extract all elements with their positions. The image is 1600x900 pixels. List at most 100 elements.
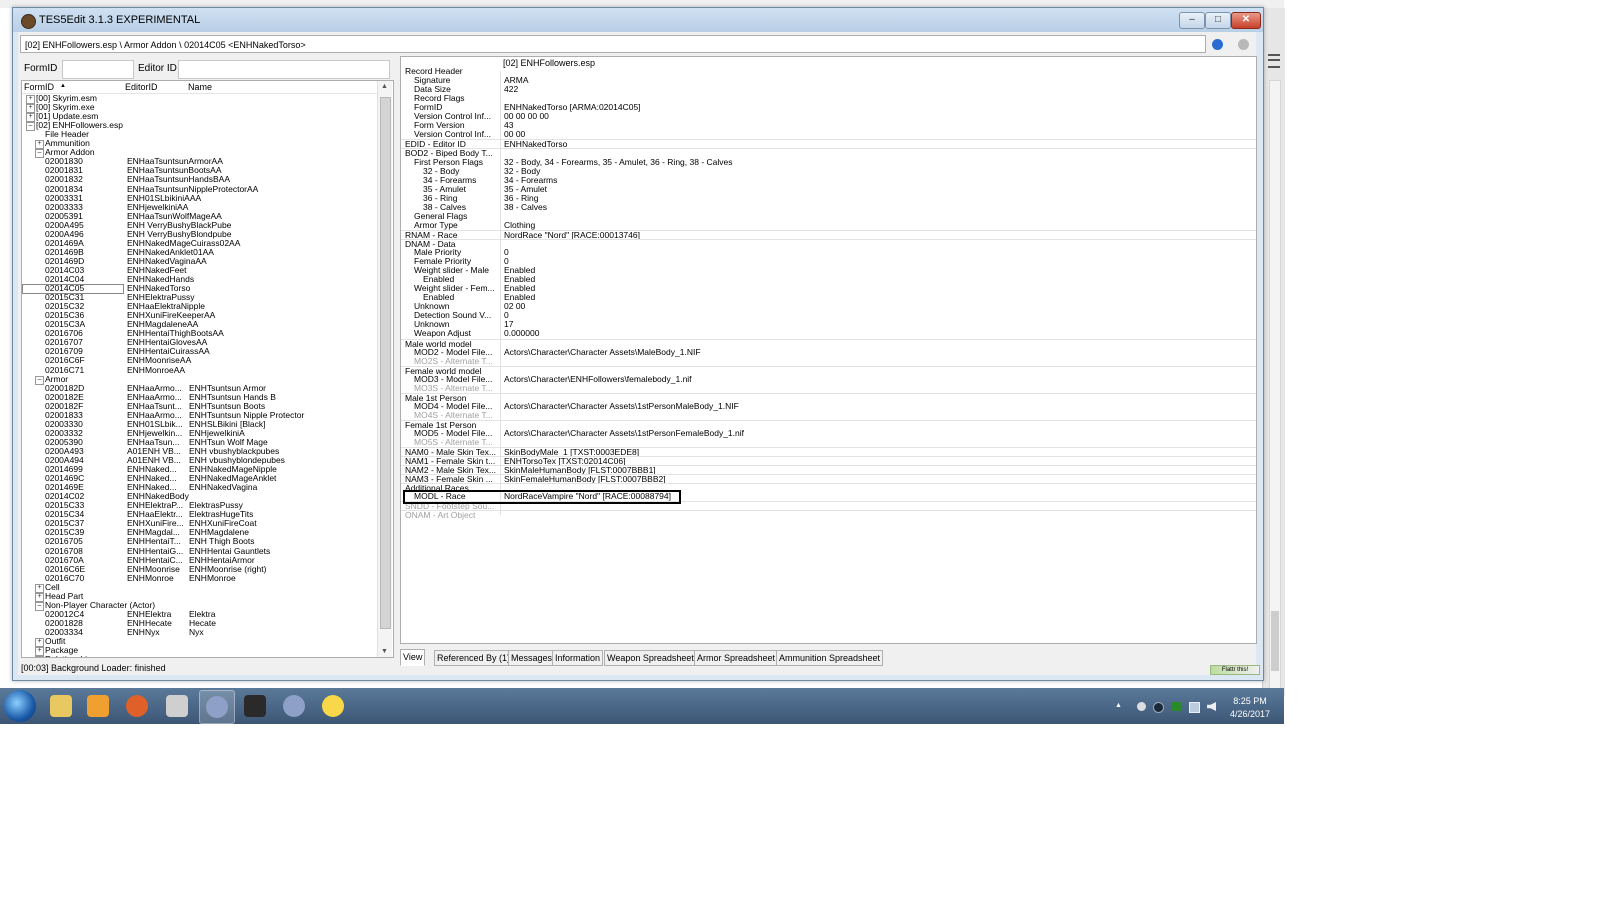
steam-icon[interactable] [1153, 702, 1164, 713]
taskbar: ▲ 8:25 PM 4/26/2017 [0, 688, 1284, 724]
record-field-row[interactable]: Detection Sound V... 0 [401, 311, 1256, 320]
green-app-icon[interactable] [1172, 702, 1181, 711]
tab-ammunition-spreadsheet[interactable]: Ammunition Spreadsheet [776, 650, 884, 666]
taskbar-button[interactable] [160, 690, 194, 722]
record-field-row[interactable]: 38 - Calves 38 - Calves [401, 202, 1256, 212]
record-field-row[interactable]: MO4S - Alternate T... [401, 410, 1256, 420]
taskbar-button[interactable] [316, 690, 350, 722]
record-field-row[interactable]: MOD5 - Model File... Actors\Character\Cha… [401, 429, 1256, 438]
clock-time: 8:25 PM [1233, 696, 1267, 706]
record-path-field[interactable]: [02] ENHFollowers.esp \ Armor Addon \ 02… [20, 35, 1206, 53]
field-value[interactable]: 0.000000 [504, 329, 539, 338]
record-field-row[interactable]: Record Header [401, 67, 1256, 76]
tree-scrollbar[interactable]: ▲ ▼ [377, 81, 392, 657]
flattr-badge[interactable]: Flattr this! [1210, 665, 1260, 675]
scroll-down-icon[interactable]: ▼ [381, 648, 388, 655]
forward-icon[interactable] [1238, 39, 1249, 50]
formid-column-header[interactable]: FormID [24, 82, 54, 92]
scroll-up-icon[interactable]: ▲ [381, 83, 388, 90]
taskbar-button[interactable] [120, 690, 154, 722]
tree-row[interactable]: 02016C71 ENHMonroeAA [22, 365, 377, 375]
tree-formid: Relationship [45, 655, 92, 657]
field-value[interactable]: Clothing [504, 220, 535, 230]
record-field-row[interactable]: Weapon Adjust 0.000000 [401, 329, 1256, 338]
record-field-row[interactable]: Armor Type Clothing [401, 219, 1256, 230]
field-label: Armor Type [414, 219, 458, 230]
name-column-header[interactable]: Name [188, 82, 212, 92]
tree-scrollbar-thumb[interactable] [380, 97, 391, 629]
expand-icon[interactable]: + [35, 656, 44, 657]
tab-view[interactable]: View [400, 649, 426, 666]
tree-name: Nyx [189, 626, 204, 637]
tab-information[interactable]: Information [552, 650, 604, 666]
record-field-row[interactable]: MO2S - Alternate T... [401, 356, 1256, 366]
taskbar-button[interactable] [277, 690, 311, 722]
close-button[interactable]: ✕ [1231, 12, 1261, 29]
tab-referenced-by-1[interactable]: Referenced By (1) [434, 650, 514, 666]
window-title: TES5Edit 3.1.3 EXPERIMENTAL [39, 14, 201, 26]
record-field-row[interactable]: Unknown 02 00 [401, 302, 1256, 311]
network-icon[interactable] [1189, 702, 1200, 713]
tree-row[interactable]: +Relationship [22, 655, 377, 657]
tree-row[interactable]: 02003334 ENHNyx Nyx [22, 626, 377, 637]
record-field-row[interactable]: MO3S - Alternate T... [401, 383, 1256, 393]
taskbar-button[interactable] [199, 690, 235, 724]
tree-editorid: ENHMonroe [127, 572, 174, 583]
field-value[interactable]: Actors\Character\Character Assets\1stPer… [504, 401, 739, 411]
editorid-column-header[interactable]: EditorID [125, 82, 158, 92]
status-text: [00:03] Background Loader: finished [21, 663, 166, 673]
record-field-row[interactable]: MO5S - Alternate T... [401, 438, 1256, 447]
tes5edit-window: TES5Edit 3.1.3 EXPERIMENTAL – □ ✕ [02] E… [12, 7, 1264, 681]
background-scrollbar[interactable] [1269, 80, 1281, 702]
sort-ascending-icon: ▲ [60, 83, 66, 89]
taskbar-button[interactable] [238, 690, 272, 722]
tab-armor-spreadsheet[interactable]: Armor Spreadsheet [694, 650, 779, 666]
tree-name: ENHMonroe [189, 572, 236, 583]
editorid-filter-label: Editor ID [138, 63, 177, 74]
menu-icon[interactable] [1268, 54, 1280, 68]
taskbar-button[interactable] [81, 690, 115, 722]
record-field-row[interactable]: MOD2 - Model File... Actors\Character\Cha… [401, 347, 1256, 357]
tree-row[interactable]: 02016C70 ENHMonroe ENHMonroe [22, 572, 377, 583]
field-value[interactable]: Actors\Character\ENHFollowers\femalebody… [504, 374, 692, 384]
record-field-row[interactable]: Enabled Enabled [401, 293, 1256, 302]
formid-filter-input[interactable] [62, 60, 134, 79]
editorid-filter-input[interactable] [178, 60, 390, 79]
record-field-row[interactable]: MOD3 - Model File... Actors\Character\ENH… [401, 374, 1256, 384]
record-tree[interactable]: FormID ▲ EditorID Name + [00] Skyrim.esm +… [21, 80, 394, 658]
record-field-row[interactable]: Form Version 43 [401, 121, 1256, 130]
field-value[interactable]: 422 [504, 85, 518, 94]
volume-icon[interactable] [1207, 702, 1216, 711]
app-icon [21, 14, 36, 29]
record-field-row[interactable]: Version Control Inf... 00 00 00 00 [401, 112, 1256, 121]
record-view[interactable]: [02] ENHFollowers.esp Record Header Signa… [400, 56, 1257, 644]
back-icon[interactable] [1212, 39, 1223, 50]
tab-messages[interactable]: Messages [508, 650, 556, 666]
scrollbar-thumb[interactable] [1271, 611, 1279, 671]
clock[interactable]: 8:25 PM 4/26/2017 [1220, 695, 1280, 721]
file-explorer-icon [50, 695, 72, 717]
title-bar[interactable]: TES5Edit 3.1.3 EXPERIMENTAL – □ ✕ [13, 8, 1263, 32]
firefox-icon [126, 695, 148, 717]
field-value[interactable]: 38 - Calves [504, 202, 547, 212]
record-field-row[interactable]: Version Control Inf... 00 00 [401, 130, 1256, 139]
minimize-button[interactable]: – [1179, 12, 1205, 29]
field-value[interactable]: Actors\Character\Character Assets\MaleBo… [504, 347, 701, 357]
maximize-button[interactable]: □ [1205, 12, 1231, 29]
tree-name: ENHNakedVagina [189, 482, 258, 493]
field-label: Weapon Adjust [414, 328, 472, 339]
record-field-row[interactable]: Signature ARMA [401, 76, 1256, 85]
formid-filter-label: FormID [24, 63, 58, 74]
field-value[interactable]: 00 00 [504, 130, 525, 139]
tab-weapon-spreadsheet[interactable]: Weapon Spreadsheet [604, 650, 697, 666]
pane-splitter[interactable] [394, 80, 398, 656]
record-field-row[interactable]: Data Size 422 [401, 85, 1256, 94]
show-hidden-icons-icon[interactable]: ▲ [1115, 702, 1124, 711]
record-field-row[interactable]: MOD4 - Model File... Actors\Character\Cha… [401, 401, 1256, 411]
start-button[interactable] [4, 690, 36, 722]
field-value[interactable]: Actors\Character\Character Assets\1stPer… [504, 429, 744, 438]
taskbar-button[interactable] [44, 690, 78, 722]
network-status-icon[interactable] [1137, 702, 1146, 711]
record-field-row[interactable]: ONAM - Art Object [401, 510, 1256, 520]
record-field-row[interactable]: Male Priority 0 [401, 248, 1256, 257]
